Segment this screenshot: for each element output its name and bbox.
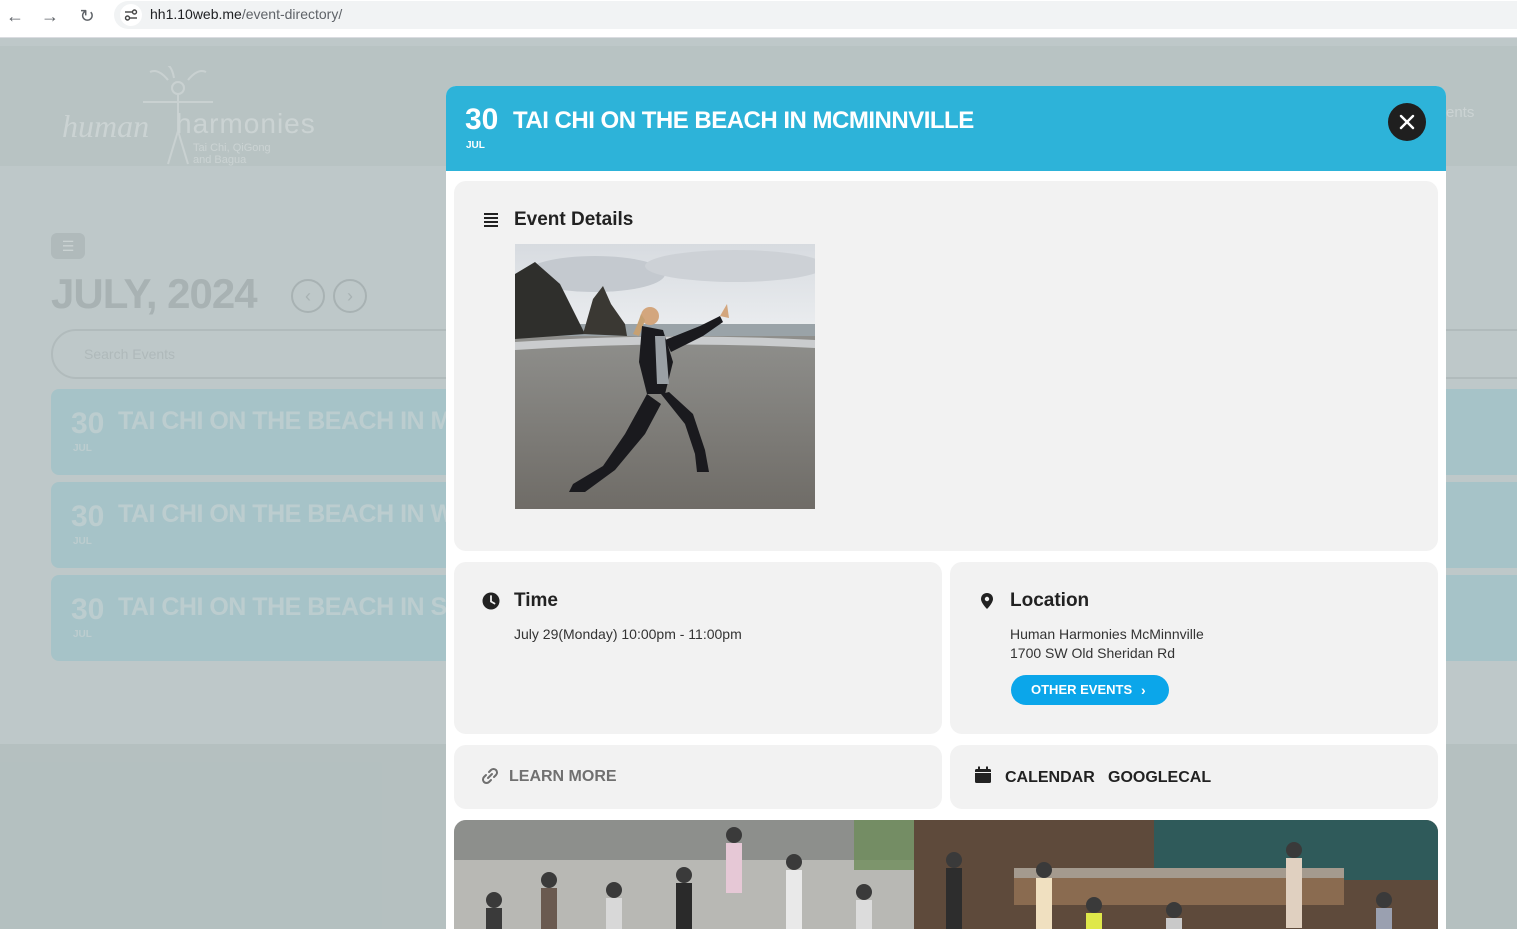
location-title: Location — [1010, 590, 1090, 611]
forward-arrow-icon[interactable]: → — [38, 4, 62, 28]
event-details-title: Event Details — [514, 209, 634, 230]
address-bar[interactable]: hh1.10web.me/event-directory/ — [114, 1, 1517, 29]
learn-more-link[interactable]: LEARN MORE — [454, 745, 942, 809]
list-icon — [484, 213, 498, 227]
reload-icon[interactable]: ↻ — [75, 4, 99, 28]
event-details-panel: Event Details — [454, 181, 1438, 551]
event-gallery-photo — [454, 820, 1438, 929]
location-panel: Location Human Harmonies McMinnville 170… — [950, 562, 1438, 734]
map-pin-icon — [981, 593, 993, 609]
chevron-right-icon: › — [1141, 682, 1146, 698]
modal-event-day: 30 — [465, 103, 499, 136]
clock-icon — [482, 592, 500, 610]
add-to-calendar-panel: CALENDAR GOOGLECAL — [950, 745, 1438, 809]
url-path: /event-directory/ — [241, 6, 343, 22]
url-host: hh1.10web.me — [150, 6, 242, 22]
close-icon — [1399, 114, 1415, 130]
googlecal-link[interactable]: GOOGLECAL — [1108, 769, 1211, 787]
url-text: hh1.10web.me/event-directory/ — [150, 6, 342, 22]
calendar-link[interactable]: CALENDAR — [1005, 769, 1095, 787]
location-address: 1700 SW Old Sheridan Rd — [1010, 645, 1175, 661]
event-time-value: July 29(Monday) 10:00pm - 11:00pm — [514, 626, 742, 642]
back-arrow-icon[interactable]: ← — [3, 4, 27, 28]
link-icon — [481, 767, 499, 785]
calendar-icon — [975, 766, 991, 783]
modal-event-month: JUL — [466, 140, 485, 151]
site-info-icon[interactable] — [120, 4, 142, 26]
time-panel: Time July 29(Monday) 10:00pm - 11:00pm — [454, 562, 942, 734]
modal-header: 30 JUL TAI CHI ON THE BEACH IN MCMINNVIL… — [446, 86, 1446, 171]
browser-toolbar: ← → ↻ hh1.10web.me/event-directory/ — [0, 0, 1517, 38]
modal-event-title: TAI CHI ON THE BEACH IN MCMINNVILLE — [513, 107, 974, 134]
event-modal: 30 JUL TAI CHI ON THE BEACH IN MCMINNVIL… — [446, 86, 1446, 929]
time-title: Time — [514, 590, 559, 611]
other-events-label: OTHER EVENTS — [1031, 682, 1133, 697]
event-photo — [515, 244, 815, 509]
close-modal-button[interactable] — [1388, 103, 1426, 141]
learn-more-label: LEARN MORE — [509, 768, 617, 785]
location-name: Human Harmonies McMinnville — [1010, 626, 1204, 642]
other-events-button[interactable]: OTHER EVENTS › — [1011, 675, 1169, 705]
